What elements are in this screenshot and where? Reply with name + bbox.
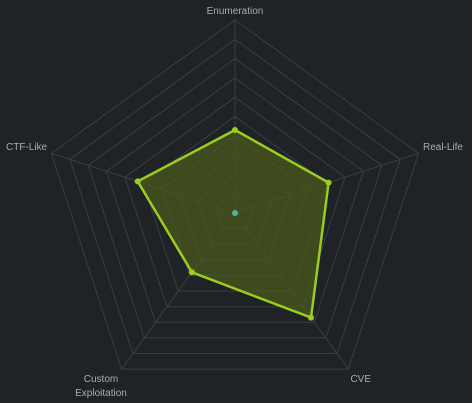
axis-label-4-line-2: Exploitation [75,388,127,399]
data-point-5 [134,178,141,185]
series-area-1 [136,128,330,319]
axis-label-2: Real-Life [423,142,463,153]
axis-label-3: CVE [350,374,371,385]
data-point-1 [232,127,238,133]
axis-label-5: CTF-Like [6,142,48,153]
data-point-3 [308,314,314,321]
radar-chart: Enumeration Real-Life CVE Custom Exploitatio… [6,6,463,399]
axis-label-4-line-1: Custom [84,374,118,385]
axis-label-1: Enumeration [207,6,264,17]
center-point [232,210,238,216]
data-point-2 [325,179,332,186]
data-point-4 [188,269,195,276]
